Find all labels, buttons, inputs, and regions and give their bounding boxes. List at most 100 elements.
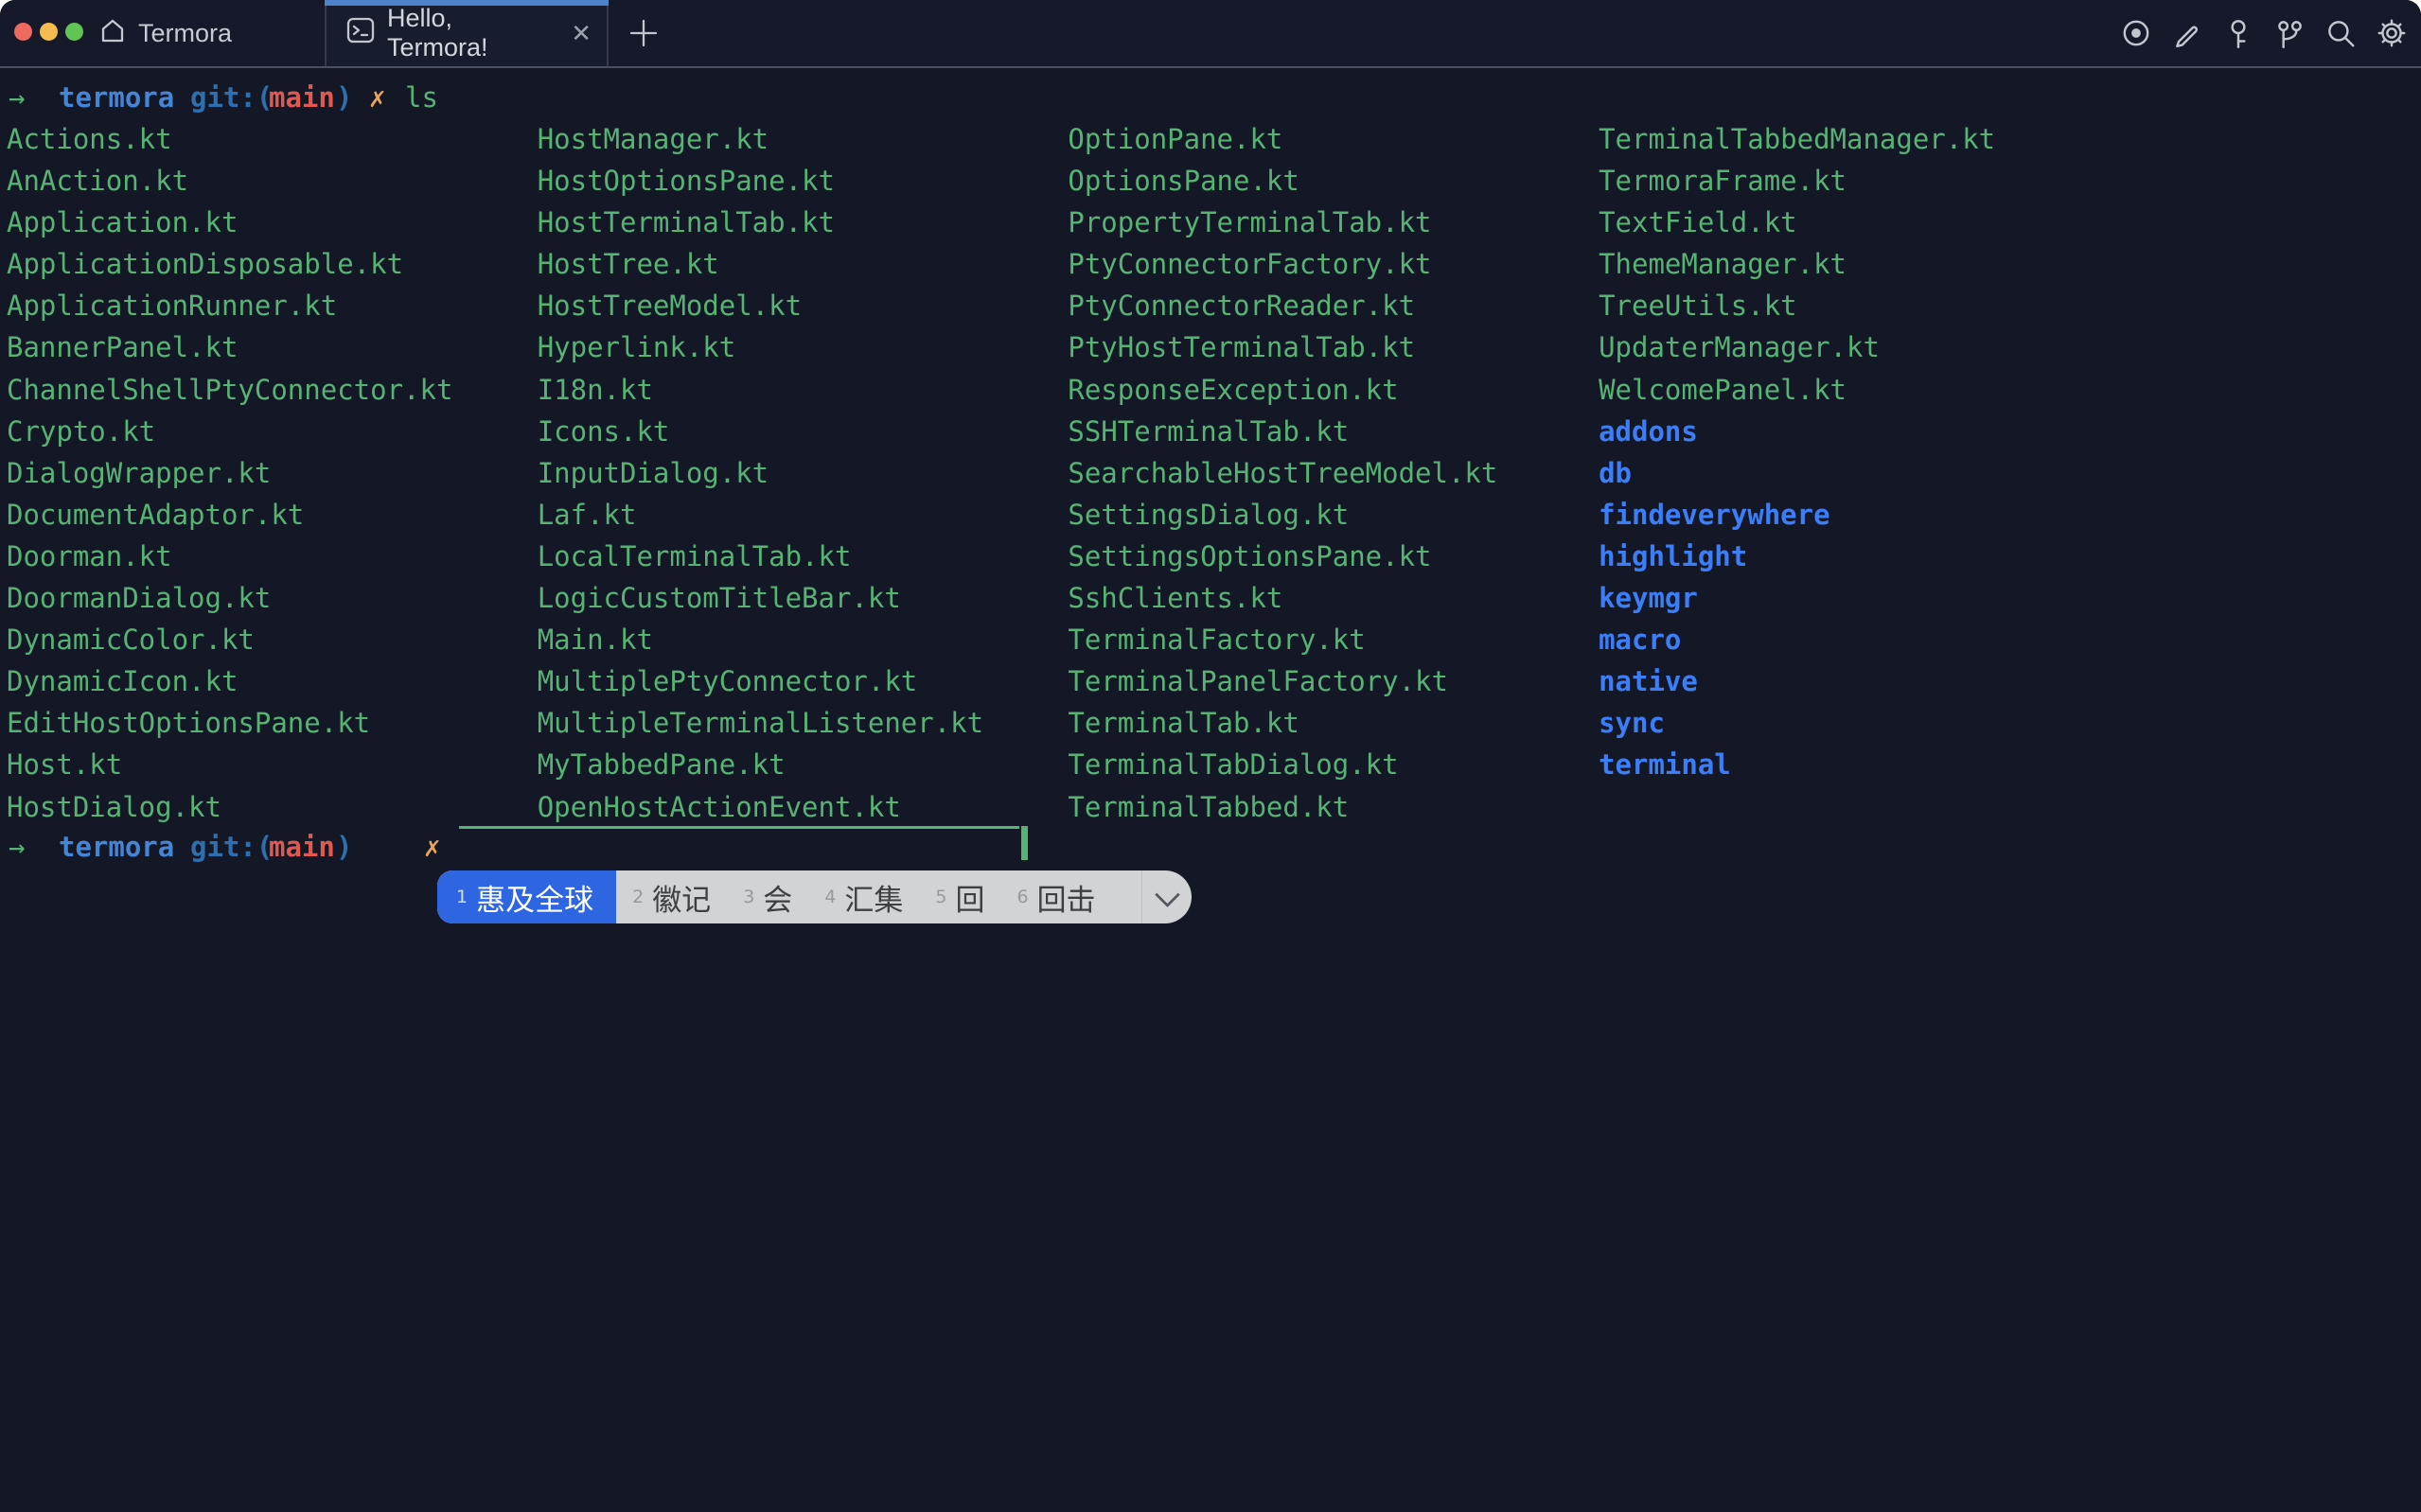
ime-candidate-text: 回: [955, 876, 984, 919]
file-entry: WelcomePanel.kt: [1599, 369, 2129, 411]
ime-candidate-index: 6: [1016, 887, 1028, 907]
file-entry: Actions.kt: [7, 118, 537, 160]
ime-composition-text[interactable]: 中文之美hui ji quan qiu: [457, 826, 1019, 868]
minimize-window-button[interactable]: [40, 23, 58, 41]
file-entry: BannerPanel.kt: [7, 326, 537, 368]
ls-column: OptionPane.ktOptionsPane.ktPropertyTermi…: [1068, 118, 1598, 828]
termora-window: Termora Hello, Termora! ✕: [0, 0, 2421, 1512]
prompt-branch: main: [269, 77, 335, 118]
file-entry: ChannelShellPtyConnector.kt: [7, 369, 537, 411]
terminal-screen[interactable]: → termora git:( main ) ✗ ls Actions.ktAn…: [0, 68, 2421, 1512]
ime-candidate-text: 汇集: [844, 876, 903, 919]
file-entry: OptionPane.kt: [1068, 118, 1598, 160]
file-entry: AnAction.kt: [7, 160, 537, 202]
file-entry: Icons.kt: [538, 411, 1068, 452]
file-entry: HostOptionsPane.kt: [538, 160, 1068, 202]
file-entry: MultiplePtyConnector.kt: [538, 660, 1068, 702]
file-entry: PtyConnectorFactory.kt: [1068, 243, 1598, 285]
toolbar-icons: [2118, 14, 2410, 52]
ime-candidate[interactable]: 4 汇集: [808, 870, 919, 923]
file-entry: MultipleTerminalListener.kt: [538, 702, 1068, 744]
file-entry: TerminalTabbed.kt: [1068, 786, 1598, 828]
ime-candidate-index: 2: [632, 887, 644, 907]
ime-candidate-index: 5: [935, 887, 946, 907]
prompt-status: ✗: [424, 826, 440, 868]
prompt-cwd: termora: [59, 826, 174, 868]
home-tab-label: Termora: [138, 19, 232, 48]
file-entry: Doorman.kt: [7, 536, 537, 577]
close-window-button[interactable]: [14, 23, 32, 41]
branch-icon[interactable]: [2271, 15, 2307, 51]
file-entry: Hyperlink.kt: [538, 326, 1068, 368]
prompt-branch: main: [269, 826, 335, 868]
active-tab-label: Hello, Termora!: [387, 4, 559, 62]
title-bar: Termora Hello, Termora! ✕: [0, 0, 2421, 68]
file-entry: DynamicIcon.kt: [7, 660, 537, 702]
file-entry: ApplicationDisposable.kt: [7, 243, 537, 285]
tab-home[interactable]: Termora: [98, 0, 232, 66]
ime-candidate[interactable]: 6 回击: [1000, 870, 1111, 923]
ls-output: Actions.ktAnAction.ktApplication.ktAppli…: [0, 118, 2421, 828]
ime-candidate[interactable]: 2徽记: [616, 870, 727, 923]
prompt-git-prefix: git:(: [190, 826, 273, 868]
file-entry: I18n.kt: [538, 369, 1068, 411]
ime-candidate-text: 回击: [1037, 876, 1096, 919]
file-entry: HostManager.kt: [538, 118, 1068, 160]
prompt-arrow: →: [9, 826, 25, 868]
search-icon[interactable]: [2323, 15, 2359, 51]
file-entry: InputDialog.kt: [538, 452, 1068, 494]
ime-candidate-index: 3: [743, 887, 754, 907]
settings-icon[interactable]: [2374, 15, 2410, 51]
edit-icon[interactable]: [2169, 15, 2205, 51]
home-icon: [98, 16, 127, 51]
file-entry: TerminalTab.kt: [1068, 702, 1598, 744]
ime-candidate-text: 惠及全球: [476, 876, 593, 919]
directory-entry: db: [1599, 452, 2129, 494]
ime-more-button[interactable]: [1142, 870, 1192, 923]
ime-candidate-bar: 1 惠及全球 2徽记3会 4 汇集 5回 6 回击: [437, 870, 1192, 923]
directory-entry: sync: [1599, 702, 2129, 744]
ime-candidate-index: 1: [456, 887, 468, 907]
file-entry: HostDialog.kt: [7, 786, 537, 828]
directory-entry: keymgr: [1599, 577, 2129, 619]
directory-entry: terminal: [1599, 744, 2129, 785]
ime-candidate[interactable]: 3会: [727, 870, 808, 923]
file-entry: ResponseException.kt: [1068, 369, 1598, 411]
record-icon[interactable]: [2118, 15, 2154, 51]
close-tab-icon[interactable]: ✕: [571, 21, 592, 45]
file-entry: HostTerminalTab.kt: [538, 202, 1068, 243]
file-entry: SshClients.kt: [1068, 577, 1598, 619]
file-entry: TermoraFrame.kt: [1599, 160, 2129, 202]
file-entry: SSHTerminalTab.kt: [1068, 411, 1598, 452]
file-entry: LocalTerminalTab.kt: [538, 536, 1068, 577]
text-cursor: [1021, 826, 1028, 860]
prompt-arrow: →: [9, 77, 25, 118]
prompt-line-1: → termora git:( main ) ✗ ls: [0, 77, 2421, 118]
ime-spacer: [1112, 870, 1141, 923]
key-icon[interactable]: [2220, 15, 2256, 51]
chevron-down-icon: [1155, 882, 1180, 907]
file-entry: SettingsOptionsPane.kt: [1068, 536, 1598, 577]
ime-candidate[interactable]: 1 惠及全球: [437, 870, 616, 923]
new-tab-button[interactable]: [625, 14, 663, 52]
prompt-cwd: termora: [59, 77, 174, 118]
file-entry: HostTree.kt: [538, 243, 1068, 285]
file-entry: Host.kt: [7, 744, 537, 785]
prompt-status: ✗: [369, 77, 385, 118]
file-entry: DoormanDialog.kt: [7, 577, 537, 619]
file-entry: ThemeManager.kt: [1599, 243, 2129, 285]
file-entry: TerminalFactory.kt: [1068, 619, 1598, 660]
ls-column: HostManager.ktHostOptionsPane.ktHostTerm…: [538, 118, 1068, 828]
ls-column: Actions.ktAnAction.ktApplication.ktAppli…: [7, 118, 537, 828]
file-entry: PtyHostTerminalTab.kt: [1068, 326, 1598, 368]
directory-entry: findeverywhere: [1599, 494, 2129, 536]
zoom-window-button[interactable]: [65, 23, 83, 41]
file-entry: Application.kt: [7, 202, 537, 243]
directory-entry: highlight: [1599, 536, 2129, 577]
ime-candidate-index: 4: [824, 887, 836, 907]
composition-underline: [459, 826, 1019, 829]
file-entry: SearchableHostTreeModel.kt: [1068, 452, 1598, 494]
file-entry: LogicCustomTitleBar.kt: [538, 577, 1068, 619]
tab-hello-termora[interactable]: Hello, Termora! ✕: [325, 0, 609, 66]
ime-candidate[interactable]: 5回: [919, 870, 1000, 923]
